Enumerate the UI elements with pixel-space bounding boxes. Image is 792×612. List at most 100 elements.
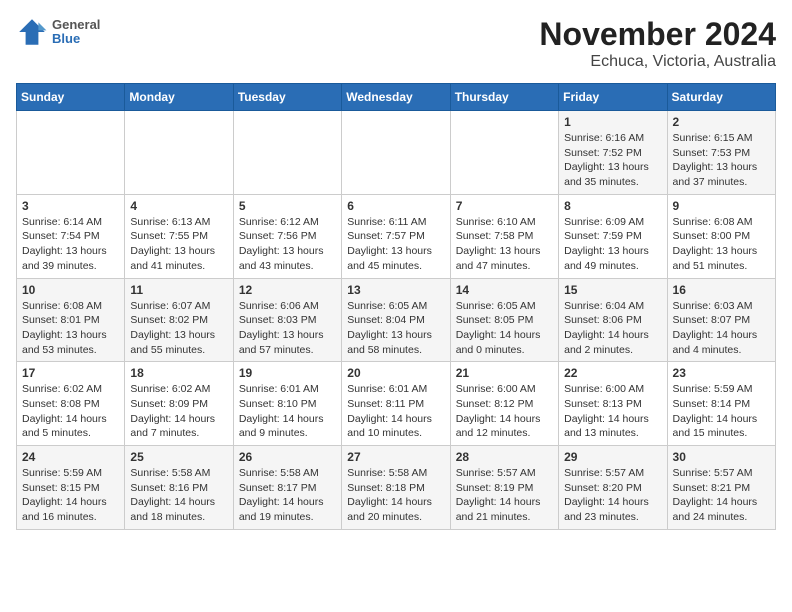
calendar-cell: 23 Sunrise: 5:59 AM Sunset: 8:14 PM Dayli… xyxy=(667,362,775,446)
calendar-cell xyxy=(342,111,450,195)
day-info: Sunrise: 6:14 AM Sunset: 7:54 PM Dayligh… xyxy=(22,215,119,274)
calendar-cell xyxy=(17,111,125,195)
day-info: Sunrise: 6:03 AM Sunset: 8:07 PM Dayligh… xyxy=(673,299,770,358)
weekday-header: Saturday xyxy=(667,84,775,111)
calendar-cell: 12 Sunrise: 6:06 AM Sunset: 8:03 PM Dayli… xyxy=(233,278,341,362)
calendar-header-row: SundayMondayTuesdayWednesdayThursdayFrid… xyxy=(17,84,776,111)
calendar-week-row: 17 Sunrise: 6:02 AM Sunset: 8:08 PM Dayli… xyxy=(17,362,776,446)
calendar-cell: 20 Sunrise: 6:01 AM Sunset: 8:11 PM Dayli… xyxy=(342,362,450,446)
day-number: 19 xyxy=(239,366,336,380)
day-info: Sunrise: 6:07 AM Sunset: 8:02 PM Dayligh… xyxy=(130,299,227,358)
calendar-cell: 2Sunrise: 6:15 AM Sunset: 7:53 PM Daylig… xyxy=(667,111,775,195)
calendar-cell: 9 Sunrise: 6:08 AM Sunset: 8:00 PM Daylig… xyxy=(667,194,775,278)
page-header: General Blue November 2024 Echuca, Victo… xyxy=(16,16,776,71)
day-info: Sunrise: 6:00 AM Sunset: 8:13 PM Dayligh… xyxy=(564,382,661,441)
day-info: Sunrise: 5:57 AM Sunset: 8:21 PM Dayligh… xyxy=(673,466,770,525)
logo-icon xyxy=(16,16,48,48)
day-info: Sunrise: 5:58 AM Sunset: 8:17 PM Dayligh… xyxy=(239,466,336,525)
weekday-header: Sunday xyxy=(17,84,125,111)
calendar-cell: 1Sunrise: 6:16 AM Sunset: 7:52 PM Daylig… xyxy=(559,111,667,195)
day-info: Sunrise: 6:08 AM Sunset: 8:00 PM Dayligh… xyxy=(673,215,770,274)
calendar-cell: 11 Sunrise: 6:07 AM Sunset: 8:02 PM Dayli… xyxy=(125,278,233,362)
calendar-cell: 8Sunrise: 6:09 AM Sunset: 7:59 PM Daylig… xyxy=(559,194,667,278)
day-info: Sunrise: 6:00 AM Sunset: 8:12 PM Dayligh… xyxy=(456,382,553,441)
day-number: 30 xyxy=(673,450,770,464)
day-info: Sunrise: 6:16 AM Sunset: 7:52 PM Dayligh… xyxy=(564,131,661,190)
day-info: Sunrise: 6:05 AM Sunset: 8:04 PM Dayligh… xyxy=(347,299,444,358)
calendar-cell: 27 Sunrise: 5:58 AM Sunset: 8:18 PM Dayli… xyxy=(342,446,450,530)
calendar-cell: 4Sunrise: 6:13 AM Sunset: 7:55 PM Daylig… xyxy=(125,194,233,278)
calendar-week-row: 1Sunrise: 6:16 AM Sunset: 7:52 PM Daylig… xyxy=(17,111,776,195)
calendar-cell: 15 Sunrise: 6:04 AM Sunset: 8:06 PM Dayli… xyxy=(559,278,667,362)
day-number: 25 xyxy=(130,450,227,464)
calendar-cell: 10Sunrise: 6:08 AM Sunset: 8:01 PM Dayli… xyxy=(17,278,125,362)
day-info: Sunrise: 6:04 AM Sunset: 8:06 PM Dayligh… xyxy=(564,299,661,358)
day-info: Sunrise: 6:13 AM Sunset: 7:55 PM Dayligh… xyxy=(130,215,227,274)
day-info: Sunrise: 5:57 AM Sunset: 8:20 PM Dayligh… xyxy=(564,466,661,525)
day-number: 16 xyxy=(673,283,770,297)
calendar-cell: 5Sunrise: 6:12 AM Sunset: 7:56 PM Daylig… xyxy=(233,194,341,278)
day-number: 17 xyxy=(22,366,119,380)
day-number: 13 xyxy=(347,283,444,297)
day-info: Sunrise: 5:59 AM Sunset: 8:14 PM Dayligh… xyxy=(673,382,770,441)
day-number: 9 xyxy=(673,199,770,213)
day-number: 24 xyxy=(22,450,119,464)
calendar-cell: 7 Sunrise: 6:10 AM Sunset: 7:58 PM Daylig… xyxy=(450,194,558,278)
calendar-cell xyxy=(125,111,233,195)
day-number: 27 xyxy=(347,450,444,464)
day-number: 23 xyxy=(673,366,770,380)
day-number: 2 xyxy=(673,115,770,129)
calendar-cell xyxy=(233,111,341,195)
day-info: Sunrise: 5:57 AM Sunset: 8:19 PM Dayligh… xyxy=(456,466,553,525)
day-number: 12 xyxy=(239,283,336,297)
day-number: 26 xyxy=(239,450,336,464)
calendar-cell: 3 Sunrise: 6:14 AM Sunset: 7:54 PM Daylig… xyxy=(17,194,125,278)
day-number: 18 xyxy=(130,366,227,380)
calendar-cell: 26 Sunrise: 5:58 AM Sunset: 8:17 PM Dayli… xyxy=(233,446,341,530)
calendar-cell: 6Sunrise: 6:11 AM Sunset: 7:57 PM Daylig… xyxy=(342,194,450,278)
day-number: 20 xyxy=(347,366,444,380)
calendar-cell: 29 Sunrise: 5:57 AM Sunset: 8:20 PM Dayli… xyxy=(559,446,667,530)
day-number: 11 xyxy=(130,283,227,297)
logo-blue: Blue xyxy=(52,32,100,46)
calendar-cell: 25 Sunrise: 5:58 AM Sunset: 8:16 PM Dayli… xyxy=(125,446,233,530)
day-number: 21 xyxy=(456,366,553,380)
calendar-week-row: 10Sunrise: 6:08 AM Sunset: 8:01 PM Dayli… xyxy=(17,278,776,362)
day-info: Sunrise: 5:58 AM Sunset: 8:16 PM Dayligh… xyxy=(130,466,227,525)
weekday-header: Wednesday xyxy=(342,84,450,111)
day-number: 29 xyxy=(564,450,661,464)
day-info: Sunrise: 6:06 AM Sunset: 8:03 PM Dayligh… xyxy=(239,299,336,358)
day-number: 22 xyxy=(564,366,661,380)
day-info: Sunrise: 5:59 AM Sunset: 8:15 PM Dayligh… xyxy=(22,466,119,525)
day-number: 7 xyxy=(456,199,553,213)
day-info: Sunrise: 6:02 AM Sunset: 8:09 PM Dayligh… xyxy=(130,382,227,441)
day-number: 10 xyxy=(22,283,119,297)
page-subtitle: Echuca, Victoria, Australia xyxy=(539,53,776,71)
day-info: Sunrise: 6:12 AM Sunset: 7:56 PM Dayligh… xyxy=(239,215,336,274)
weekday-header: Monday xyxy=(125,84,233,111)
day-number: 6 xyxy=(347,199,444,213)
page-title: November 2024 xyxy=(539,16,776,53)
day-info: Sunrise: 6:05 AM Sunset: 8:05 PM Dayligh… xyxy=(456,299,553,358)
calendar-cell: 21 Sunrise: 6:00 AM Sunset: 8:12 PM Dayli… xyxy=(450,362,558,446)
day-number: 3 xyxy=(22,199,119,213)
day-info: Sunrise: 6:10 AM Sunset: 7:58 PM Dayligh… xyxy=(456,215,553,274)
weekday-header: Friday xyxy=(559,84,667,111)
calendar-cell: 13 Sunrise: 6:05 AM Sunset: 8:04 PM Dayli… xyxy=(342,278,450,362)
calendar-table: SundayMondayTuesdayWednesdayThursdayFrid… xyxy=(16,83,776,530)
calendar-cell: 28Sunrise: 5:57 AM Sunset: 8:19 PM Dayli… xyxy=(450,446,558,530)
title-block: November 2024 Echuca, Victoria, Australi… xyxy=(539,16,776,71)
day-info: Sunrise: 6:01 AM Sunset: 8:10 PM Dayligh… xyxy=(239,382,336,441)
day-info: Sunrise: 6:01 AM Sunset: 8:11 PM Dayligh… xyxy=(347,382,444,441)
calendar-cell: 14Sunrise: 6:05 AM Sunset: 8:05 PM Dayli… xyxy=(450,278,558,362)
calendar-week-row: 3 Sunrise: 6:14 AM Sunset: 7:54 PM Daylig… xyxy=(17,194,776,278)
calendar-week-row: 24 Sunrise: 5:59 AM Sunset: 8:15 PM Dayli… xyxy=(17,446,776,530)
logo-general: General xyxy=(52,18,100,32)
day-number: 15 xyxy=(564,283,661,297)
day-info: Sunrise: 6:02 AM Sunset: 8:08 PM Dayligh… xyxy=(22,382,119,441)
calendar-cell: 22 Sunrise: 6:00 AM Sunset: 8:13 PM Dayli… xyxy=(559,362,667,446)
day-info: Sunrise: 5:58 AM Sunset: 8:18 PM Dayligh… xyxy=(347,466,444,525)
logo: General Blue xyxy=(16,16,100,48)
calendar-cell: 17 Sunrise: 6:02 AM Sunset: 8:08 PM Dayli… xyxy=(17,362,125,446)
weekday-header: Thursday xyxy=(450,84,558,111)
